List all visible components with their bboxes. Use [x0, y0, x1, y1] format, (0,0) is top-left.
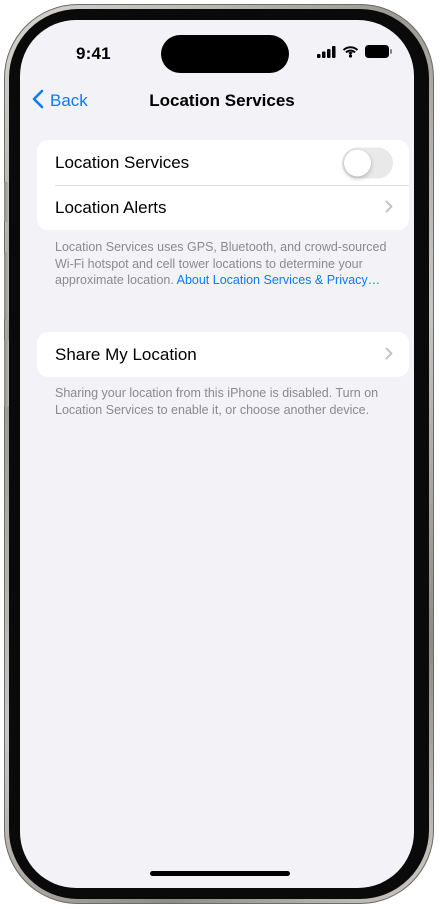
- share-my-location-row[interactable]: Share My Location: [37, 332, 409, 377]
- location-services-toggle[interactable]: [342, 147, 393, 178]
- share-location-description: Sharing your location from this iPhone i…: [55, 386, 379, 417]
- wifi-icon: [342, 45, 359, 63]
- battery-icon: [365, 45, 392, 63]
- share-location-group: Share My Location: [37, 332, 409, 377]
- dynamic-island: [161, 35, 289, 73]
- screen: 9:41 Back Location Services Location Ser…: [20, 20, 414, 888]
- chevron-right-icon: [385, 345, 393, 365]
- location-alerts-row[interactable]: Location Alerts: [37, 185, 409, 230]
- toggle-knob: [344, 149, 371, 176]
- home-indicator[interactable]: [150, 871, 290, 876]
- cellular-signal-icon: [317, 45, 336, 63]
- about-location-privacy-link[interactable]: About Location Services & Privacy…: [177, 273, 381, 287]
- navigation-bar: Back Location Services: [20, 86, 414, 116]
- location-services-row[interactable]: Location Services: [37, 140, 409, 185]
- location-alerts-label: Location Alerts: [55, 197, 167, 217]
- status-time: 9:41: [76, 44, 111, 63]
- page-title: Location Services: [149, 91, 295, 110]
- chevron-right-icon: [385, 198, 393, 218]
- location-services-description: Location Services uses GPS, Bluetooth, a…: [55, 239, 395, 289]
- location-settings-group: Location Services Location Alerts: [37, 140, 409, 230]
- share-my-location-label: Share My Location: [55, 344, 197, 364]
- status-icons: [317, 45, 392, 63]
- status-bar: 9:41: [20, 20, 414, 80]
- location-services-label: Location Services: [55, 152, 190, 172]
